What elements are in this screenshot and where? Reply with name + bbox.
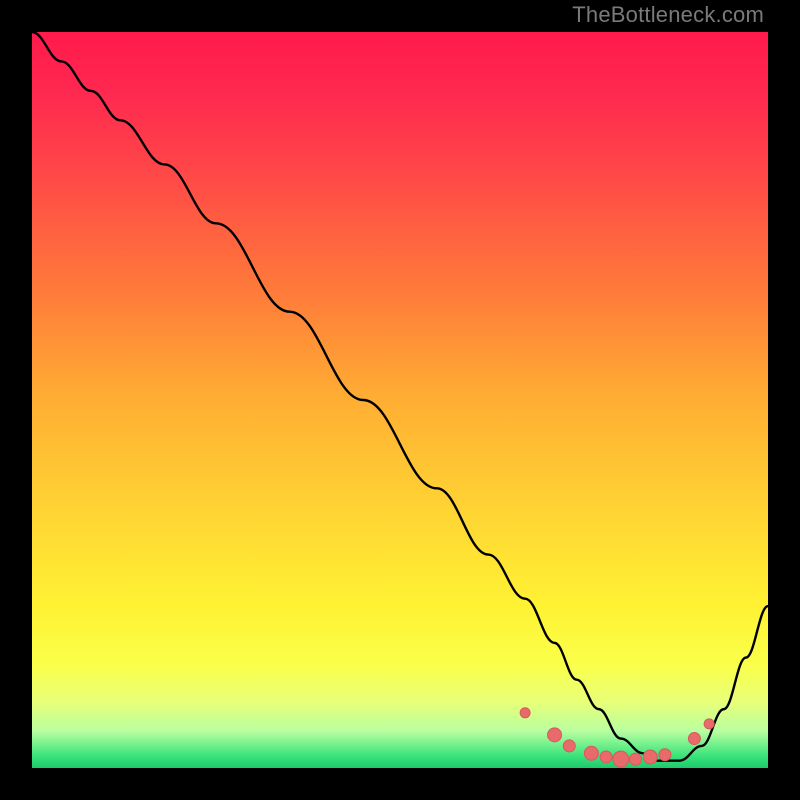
chart-frame bbox=[32, 32, 768, 768]
highlight-dot bbox=[613, 751, 629, 767]
highlight-dot bbox=[600, 751, 612, 763]
highlight-dot bbox=[563, 740, 575, 752]
highlight-dot bbox=[704, 719, 714, 729]
bottleneck-chart bbox=[32, 32, 768, 768]
watermark-text: TheBottleneck.com bbox=[572, 2, 764, 28]
highlight-dot bbox=[688, 733, 700, 745]
highlight-dot bbox=[548, 728, 562, 742]
highlight-dot bbox=[643, 750, 657, 764]
highlight-dot bbox=[584, 746, 598, 760]
highlight-dot bbox=[659, 749, 671, 761]
highlight-dot bbox=[520, 708, 530, 718]
highlight-dot bbox=[630, 753, 642, 765]
